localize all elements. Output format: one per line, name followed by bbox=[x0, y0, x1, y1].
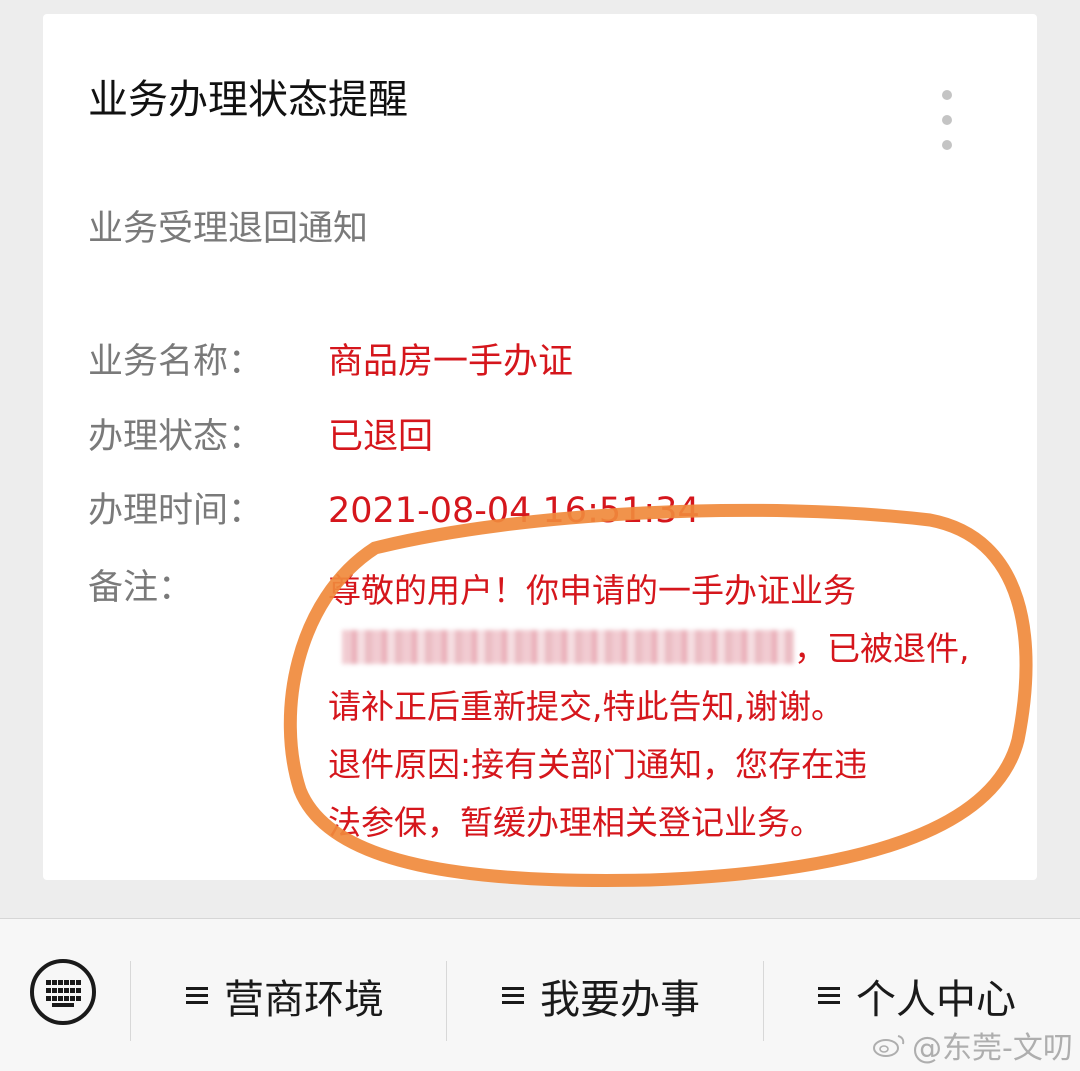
menu-item-business-environment[interactable]: 营商环境 bbox=[186, 971, 384, 1023]
hamburger-icon bbox=[502, 987, 524, 1005]
keyboard-spacebar bbox=[52, 1003, 74, 1007]
field-label: 备注： bbox=[88, 568, 194, 608]
menu-item-personal-center[interactable]: 个人中心 bbox=[818, 971, 1016, 1023]
field-value: 已退回 bbox=[328, 417, 434, 457]
remark-line: 退件原因:接有关部门通知，您存在违 bbox=[328, 745, 868, 784]
remark-line: 请补正后重新提交,特此告知,谢谢。 bbox=[328, 687, 844, 726]
field-label: 办理时间： bbox=[88, 491, 264, 531]
card-subtitle: 业务受理退回通知 bbox=[88, 209, 369, 249]
menu-item-label: 营商环境 bbox=[224, 977, 384, 1023]
field-label: 业务名称： bbox=[88, 342, 264, 382]
remark-line-text: ，已被退件, bbox=[794, 629, 970, 668]
field-value: 2021-08-04 16:51:34 bbox=[328, 491, 700, 531]
more-dot bbox=[942, 140, 952, 150]
weibo-icon bbox=[873, 1035, 905, 1057]
more-options-icon[interactable] bbox=[935, 90, 959, 150]
menu-item-services[interactable]: 我要办事 bbox=[502, 971, 700, 1023]
menu-divider bbox=[446, 961, 447, 1041]
more-dot bbox=[942, 90, 952, 100]
watermark-text: @东莞-文叨 bbox=[912, 1031, 1073, 1066]
menu-divider bbox=[763, 961, 764, 1041]
keyboard-icon[interactable] bbox=[30, 959, 96, 1025]
remark-text: 尊敬的用户！你申请的一手办证业务 ，已被退件, 请补正后重新提交,特此告知,谢谢… bbox=[328, 571, 1048, 861]
watermark: @东莞-文叨 bbox=[872, 1023, 1073, 1067]
remark-line: 法参保，暂缓办理相关登记业务。 bbox=[328, 803, 823, 842]
field-value: 商品房一手办证 bbox=[328, 342, 574, 382]
menu-item-label: 个人中心 bbox=[856, 977, 1016, 1023]
field-label: 办理状态： bbox=[88, 417, 264, 457]
card-title: 业务办理状态提醒 bbox=[88, 77, 408, 123]
remark-line: 尊敬的用户！你申请的一手办证业务 bbox=[328, 571, 856, 610]
more-dot bbox=[942, 115, 952, 125]
menu-item-label: 我要办事 bbox=[540, 977, 700, 1023]
keyboard-keys bbox=[46, 980, 82, 1001]
hamburger-icon bbox=[818, 987, 840, 1005]
hamburger-icon bbox=[186, 987, 208, 1005]
remark-line: ，已被退件, bbox=[328, 629, 1048, 687]
menu-divider bbox=[130, 961, 131, 1041]
redacted-blur bbox=[342, 630, 794, 664]
notification-card: 业务办理状态提醒 业务受理退回通知 业务名称： 商品房一手办证 办理状态： 已退… bbox=[43, 14, 1037, 880]
